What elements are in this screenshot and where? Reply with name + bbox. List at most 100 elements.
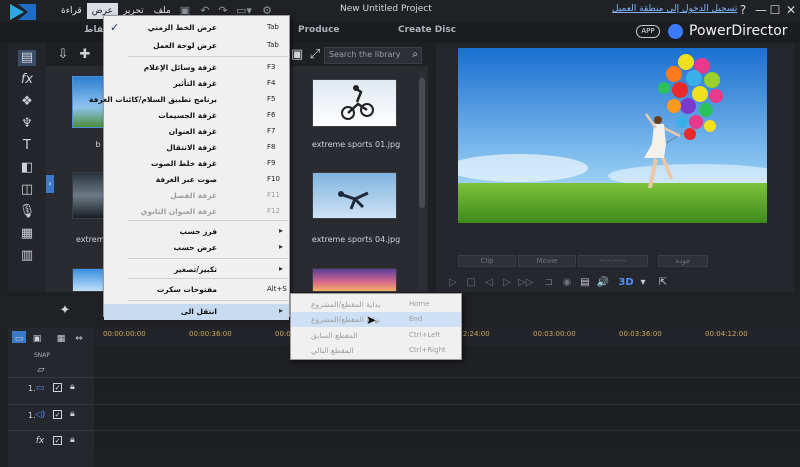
view-menu-item[interactable]: فرز حسب ▸ [104,224,289,240]
magic-tools-icon[interactable]: ✦ [56,303,74,319]
goto-submenu-item[interactable]: المقطع التالي Ctrl+Right [291,343,461,358]
view-menu-item[interactable]: غرفة العنوان الثانوي F12 [104,204,289,220]
library-scroll-thumb[interactable] [419,78,425,208]
fit-timeline-icon[interactable]: ⇔ [72,331,86,344]
timeline-view-icon[interactable]: ▭ [12,331,26,344]
lock-icon[interactable]: 🔒︎ [70,382,75,392]
mark-in-icon[interactable]: ⊐ [542,276,556,290]
subtitle-room-icon[interactable]: ▥ [18,248,36,264]
fast-forward-icon[interactable]: ▷▷ [518,276,533,290]
menu-item-shortcut: Tab [267,41,279,49]
marker-icon[interactable]: ▱ [34,362,48,375]
volume-icon[interactable]: 🔊 [596,276,610,290]
import-icon[interactable]: ⇩ [54,47,72,63]
library-thumb-1[interactable] [312,79,397,127]
goto-submenu-item[interactable]: بداية المقطع/المشروع Home [291,297,461,312]
prev-frame-icon[interactable]: ◁ [482,276,496,290]
view-menu-item[interactable]: مفتوحات سكرت Alt+S [104,282,289,298]
pip-room-icon[interactable]: ❖ [18,94,36,110]
menu-3[interactable]: قراءة [56,3,87,19]
3d-dropdown-icon[interactable]: ▾ [636,276,650,290]
view-menu-item[interactable]: غرفة الجسيمات F6 [104,108,289,124]
view-grid-icon[interactable]: ▣ [288,47,306,63]
library-thumb-2[interactable] [72,172,105,219]
view-menu-item[interactable]: غرفة خلط الصوت F9 [104,156,289,172]
storyboard-view-icon[interactable]: ▣ [30,331,44,344]
particle-room-icon[interactable]: ♆ [18,116,36,132]
track-enable-checkbox[interactable]: ✓ [53,410,62,419]
menu-item-shortcut: F10 [267,175,280,183]
view-menu-item[interactable]: صوت عبر الغرفة F10 [104,172,289,188]
audio-mixing-icon[interactable]: ◫ [18,182,36,198]
library-thumb-5[interactable] [312,268,397,292]
collapse-library-handle[interactable]: › [46,175,54,193]
app-button[interactable]: APP [636,25,660,38]
tab-produce[interactable]: Produce [298,25,340,35]
transition-room-icon[interactable]: ◧ [18,160,36,176]
view-menu-item[interactable]: عرض حسب ▸ [104,240,289,256]
play-icon[interactable]: ▷ [446,276,460,290]
3d-mode-button[interactable]: 3D [616,276,636,290]
title-room-icon[interactable]: T [18,138,36,154]
view-menu-item[interactable]: غرفة الانتقال F8 [104,140,289,156]
library-search-input[interactable]: Search the library ⌕ [324,47,422,64]
plugin-icon[interactable]: ✚ [76,47,94,63]
library-thumb-3[interactable] [312,172,397,219]
library-thumb-4[interactable] [72,268,105,292]
menu-item-shortcut: F6 [267,111,276,119]
submenu-item-label: المقطع السابق [311,331,358,340]
menu-item-label: برنامج تطبيق السلام/كائنات الغرفة [88,95,217,104]
view-menu-item[interactable]: غرفة التأثير F4 [104,76,289,92]
submenu-arrow-icon: ▸ [279,242,284,251]
view-menu-item[interactable]: غرفة الفصل F11 [104,188,289,204]
view-menu-item[interactable]: برنامج تطبيق السلام/كائنات الغرفة F5 [89,92,289,108]
help-button[interactable]: ? [735,2,751,19]
menu-separator [128,56,288,57]
close-button[interactable]: ✕ [783,2,799,19]
movie-mode-button[interactable]: Movie [518,255,576,267]
view-menu-item[interactable]: غرفة وسائل الإعلام F3 [104,60,289,76]
lock-icon[interactable]: 🔒︎ [70,409,75,419]
menu-item-label: انتقل الى [180,307,217,316]
signin-link[interactable]: تسجيل الدخول إلى منطقة العميل [612,4,737,14]
subtitle-icon[interactable]: ▤ [578,276,592,290]
track-enable-checkbox[interactable]: ✓ [53,436,62,445]
media-room-icon[interactable]: ▤ [18,50,36,66]
goto-submenu-item[interactable]: المقطع السابق Ctrl+Left [291,328,461,343]
chapter-room-icon[interactable]: ▦ [18,226,36,242]
view-menu-item[interactable]: تكبير/تصغير ▸ [104,262,289,278]
view-menu-item[interactable]: غرفة العنوان F7 [104,124,289,140]
snapshot-icon[interactable]: ◉ [560,276,574,290]
quality-dropdown[interactable]: جودة [658,255,708,267]
lock-icon[interactable]: 🔒︎ [70,435,75,445]
timecode-display[interactable]: --:--:--:-- [578,255,648,267]
undock-icon[interactable]: ⇱ [656,276,670,290]
account-icon[interactable] [668,24,683,39]
video-track-icon: ▭ [35,383,45,393]
clip-mode-button[interactable]: Clip [458,255,516,267]
search-icon[interactable]: ⌕ [412,49,418,60]
next-frame-icon[interactable]: ▷ [500,276,514,290]
menu-item-label: غرفة الجسيمات [158,111,217,120]
fx-room-icon[interactable]: fx [18,72,36,88]
track-enable-checkbox[interactable]: ✓ [53,383,62,392]
menu-item-label: غرفة الفصل [170,191,217,200]
fx-track-lane[interactable] [95,430,800,452]
audio-track-lane[interactable] [95,404,800,426]
fx-track-header: fx ✓ 🔒︎ [8,430,94,452]
bmx-photo [341,85,374,120]
library-scrollbar[interactable] [419,70,425,290]
view-menu-item[interactable]: عرض لوحة العمل Tab [104,38,289,54]
ruler-tick: 00:00:00:00 [103,330,146,338]
mouse-cursor-icon: ➤ [366,313,377,327]
voice-over-icon[interactable]: 🎙 [18,204,36,220]
tab-create-disc[interactable]: Create Disc [398,25,456,35]
menu-item-shortcut: F7 [267,127,276,135]
maximize-button[interactable]: ☐ [767,2,783,19]
stop-icon[interactable]: □ [464,276,478,290]
expand-icon[interactable]: ⤢ [306,47,324,63]
video-track-lane[interactable] [95,377,800,399]
track-manager-icon[interactable]: ▦ [54,331,68,344]
view-menu-item[interactable]: انتقل الى ▸ [104,304,289,320]
view-menu-item[interactable]: ✓ عرض الخط الزمني Tab [104,20,289,36]
